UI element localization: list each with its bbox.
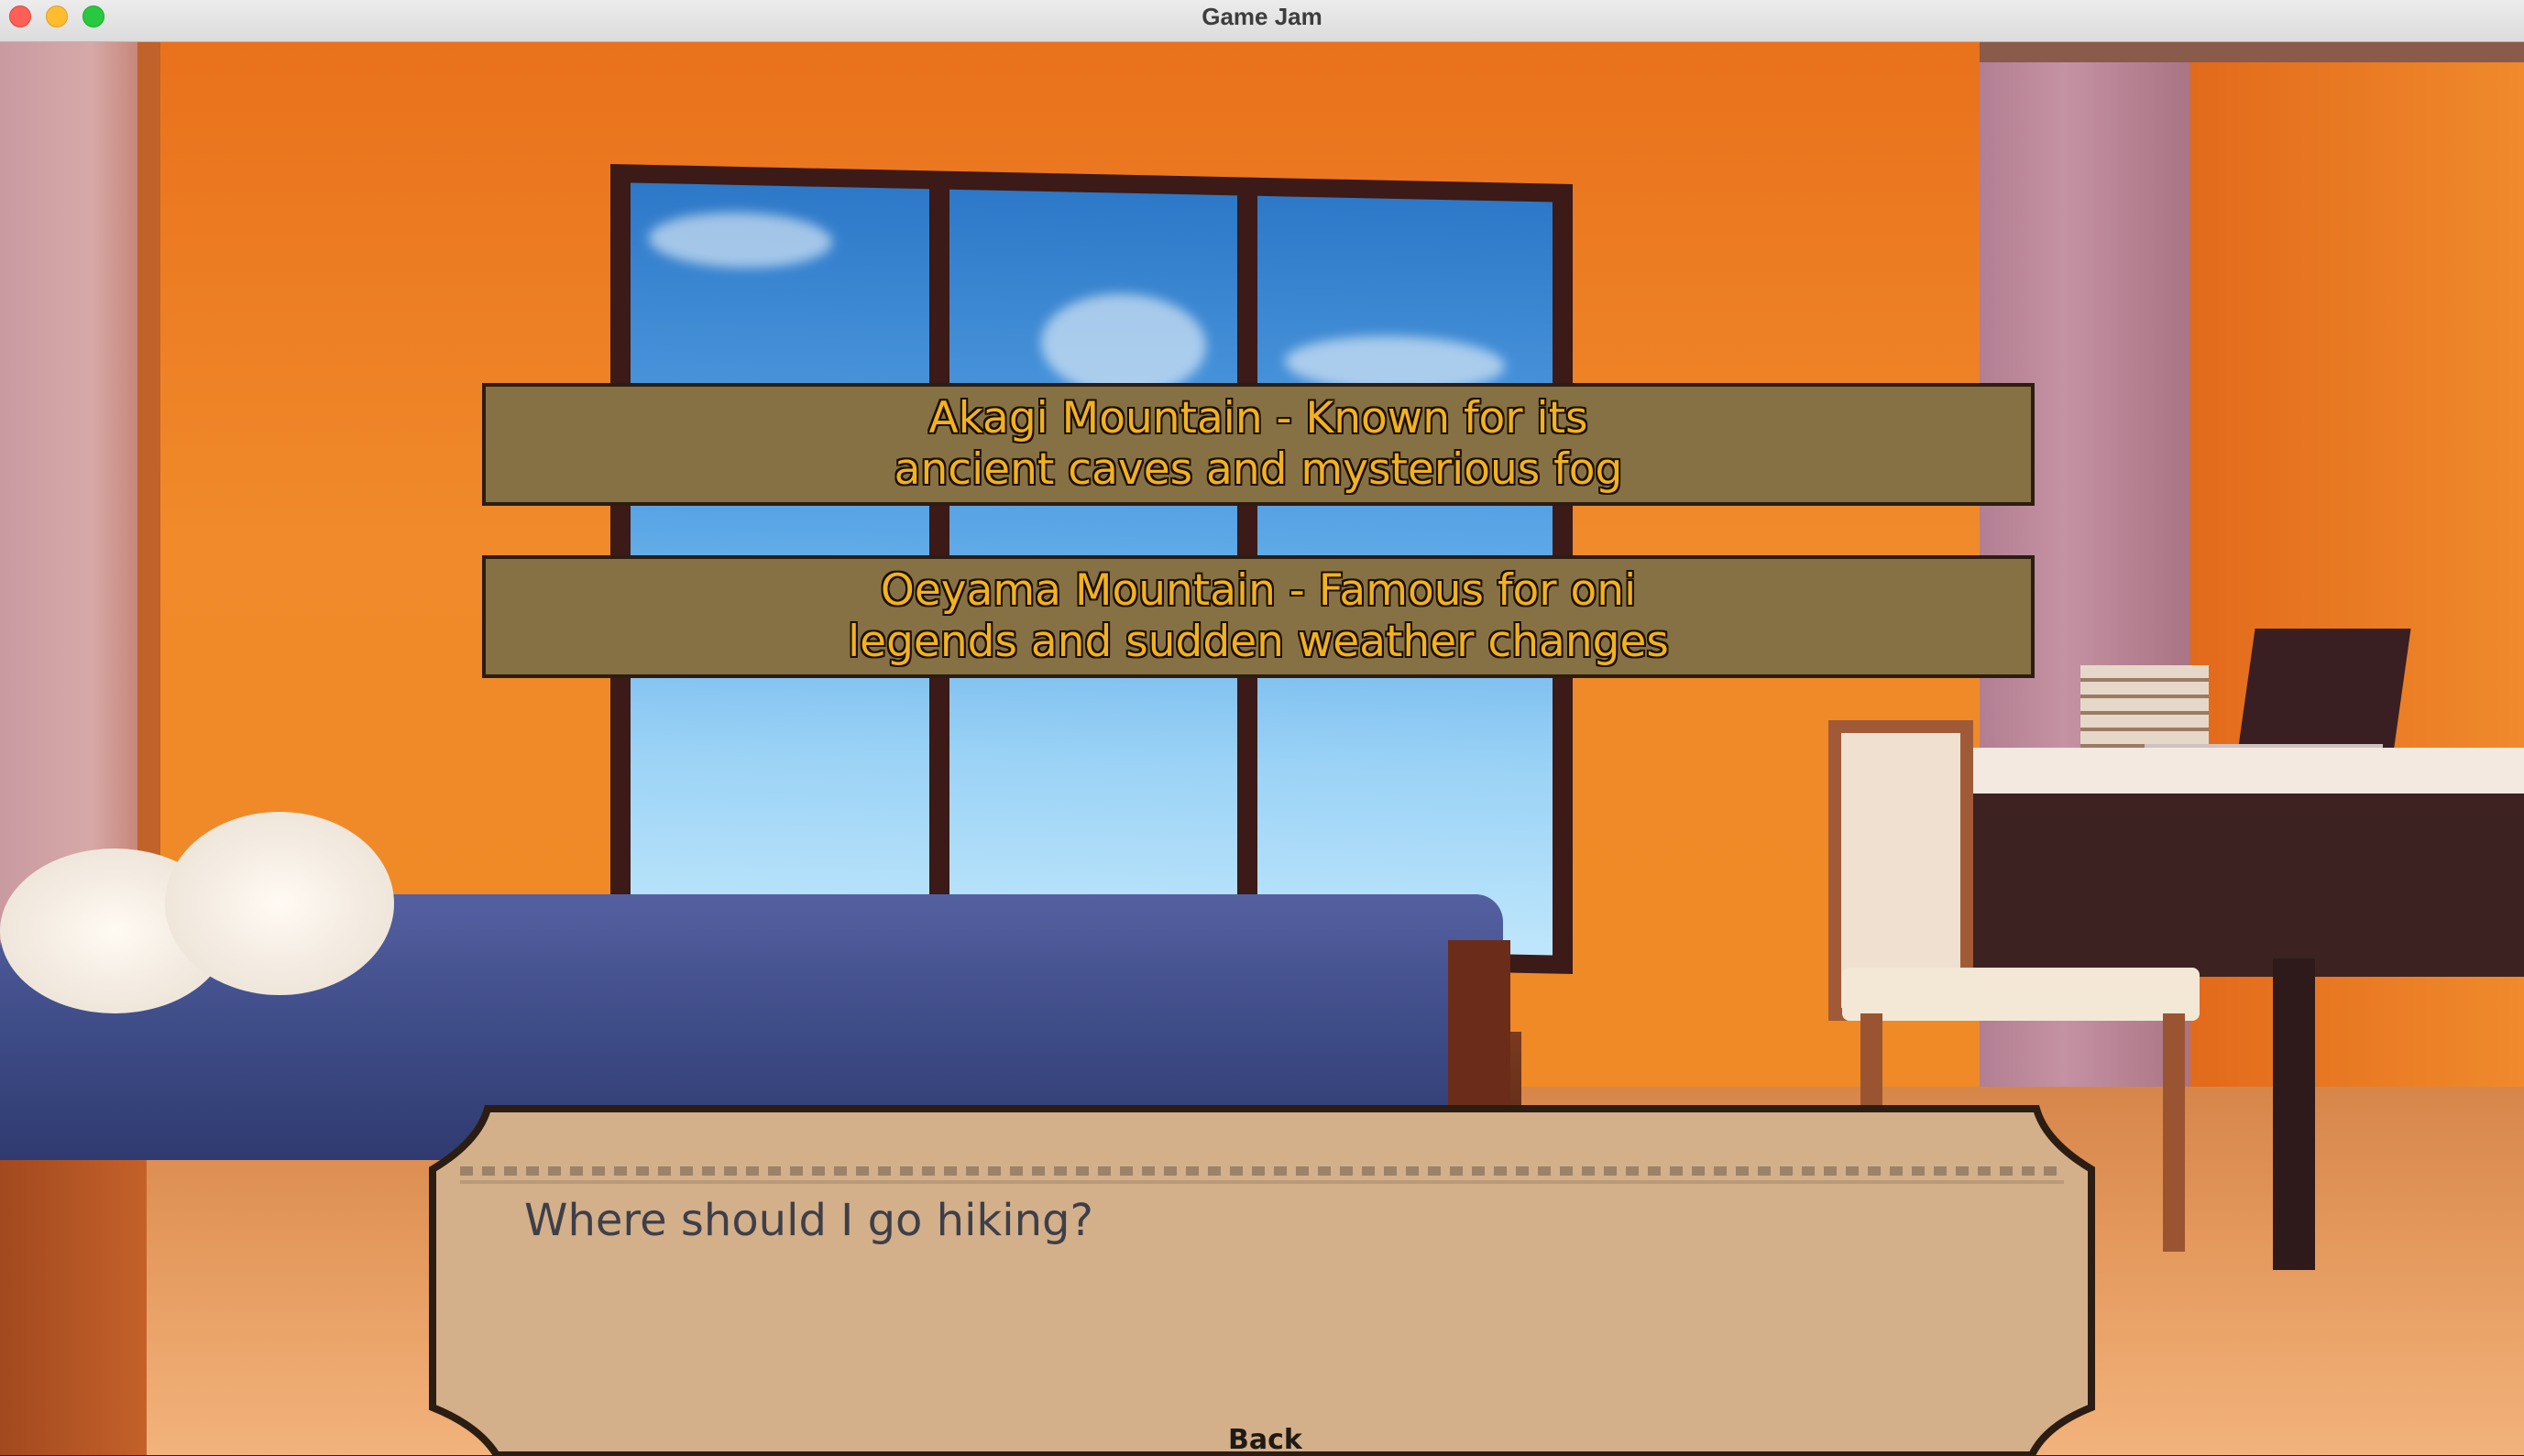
back-button[interactable]: Back — [1228, 1424, 1302, 1456]
window-titlebar: Game Jam — [0, 0, 2524, 42]
dialogue-frame — [429, 1105, 2095, 1455]
choice-label: Oeyama Mountain - Famous for oni legends… — [848, 565, 1669, 667]
desk-leg — [2273, 958, 2315, 1270]
dialogue-box: Where should I go hiking? — [423, 1105, 2097, 1455]
chair-seat — [1842, 968, 2200, 1021]
desk-top — [1952, 748, 2524, 794]
window-title: Game Jam — [1202, 3, 1322, 30]
dialogue-text: Where should I go hiking? — [524, 1195, 1093, 1246]
chair-leg — [2163, 1013, 2185, 1252]
desk-body — [1970, 794, 2524, 977]
pillow — [165, 812, 394, 995]
cloud — [1041, 291, 1206, 397]
choice-label: Akagi Mountain - Known for its ancient c… — [894, 393, 1623, 495]
ceiling-edge — [1980, 42, 2524, 62]
choice-button-oeyama[interactable]: Oeyama Mountain - Famous for oni legends… — [482, 555, 2035, 678]
cloud — [649, 210, 832, 270]
choice-button-akagi[interactable]: Akagi Mountain - Known for its ancient c… — [482, 383, 2035, 506]
